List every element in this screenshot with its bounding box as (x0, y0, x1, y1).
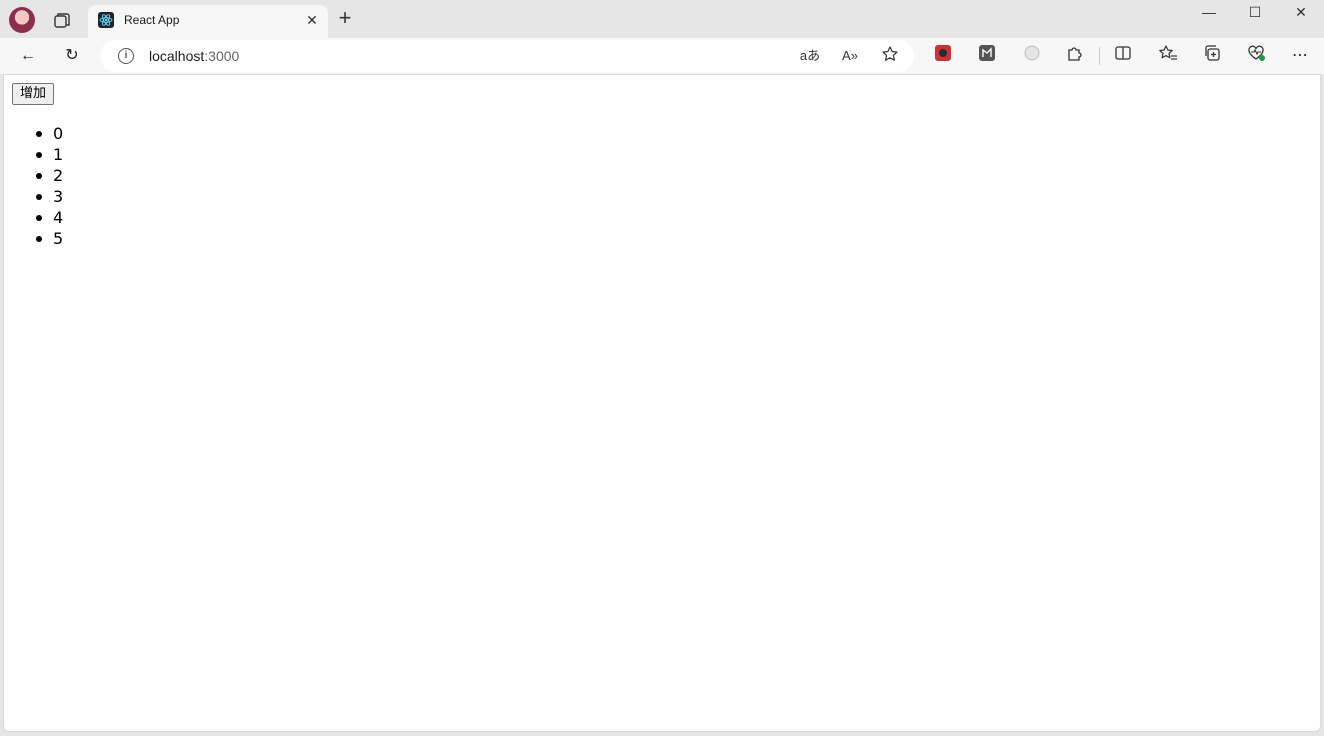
close-tab-icon[interactable]: ✕ (304, 12, 320, 28)
tab-react-app[interactable]: React App ✕ (88, 5, 328, 38)
tab-title: React App (124, 13, 180, 27)
favorites-icon[interactable] (1156, 44, 1180, 68)
read-aloud-icon[interactable]: A» (839, 45, 861, 67)
more-menu-icon[interactable]: ⋯ (1288, 44, 1312, 68)
favorite-star-icon[interactable] (879, 45, 901, 67)
url-text[interactable]: localhost:3000 (149, 48, 239, 64)
add-button[interactable]: 增加 (12, 83, 55, 105)
list-item: 0 (35, 124, 64, 143)
translate-icon[interactable]: aあ (799, 45, 821, 67)
extension-red-icon[interactable] (931, 44, 955, 68)
minimize-icon[interactable]: — (1186, 2, 1232, 22)
extensions-puzzle-icon[interactable] (1063, 44, 1087, 68)
toolbar-separator (1099, 47, 1100, 65)
maximize-icon[interactable]: ☐ (1232, 2, 1278, 22)
close-window-icon[interactable]: ✕ (1278, 2, 1324, 22)
tab-strip: React App ✕ + — ☐ ✕ (0, 0, 1324, 38)
workspaces-icon[interactable] (50, 9, 72, 31)
list-item: 4 (35, 208, 64, 227)
page-viewport: 增加 0 1 2 3 4 5 (3, 74, 1321, 732)
back-icon[interactable]: ← (16, 44, 40, 68)
collections-icon[interactable] (1200, 44, 1224, 68)
profile-avatar[interactable] (9, 7, 35, 33)
list-item: 3 (35, 187, 64, 206)
info-icon[interactable]: i (118, 48, 134, 64)
new-tab-icon[interactable]: + (335, 7, 355, 29)
browser-window: React App ✕ + — ☐ ✕ ← ↻ i localhost:3000… (0, 0, 1324, 736)
browser-toolbar: ← ↻ i localhost:3000 aあ A» ⋯ (0, 38, 1324, 74)
browser-essentials-icon[interactable] (1244, 44, 1268, 68)
list-item: 1 (35, 145, 64, 164)
refresh-icon[interactable]: ↻ (60, 44, 84, 68)
address-bar[interactable]: i localhost:3000 aあ A» (100, 40, 914, 72)
url-port: :3000 (204, 48, 240, 64)
react-icon (98, 12, 114, 28)
number-list: 0 1 2 3 4 5 (35, 123, 64, 249)
list-item: 5 (35, 229, 64, 248)
url-host: localhost (149, 48, 205, 64)
extension-circle-icon[interactable] (1020, 44, 1044, 68)
list-item: 2 (35, 166, 64, 185)
split-screen-icon[interactable] (1111, 44, 1135, 68)
extension-dark-icon[interactable] (975, 44, 999, 68)
